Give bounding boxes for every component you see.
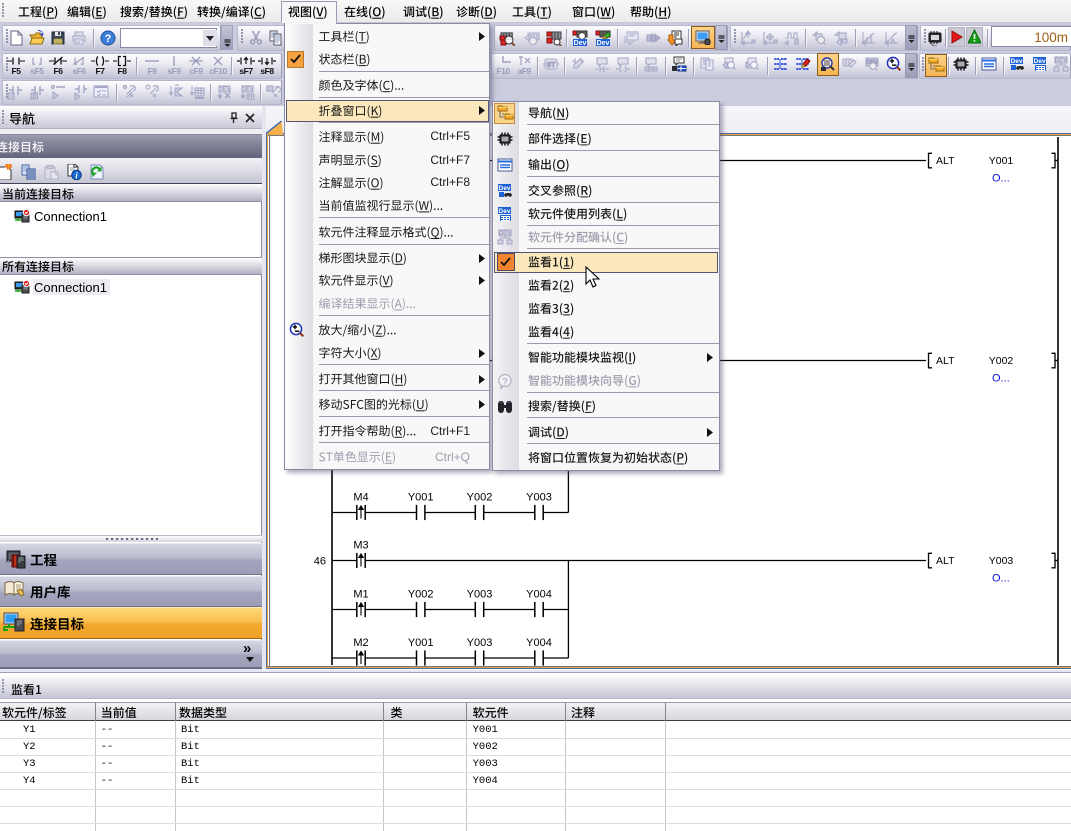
svg-text:O...: O... xyxy=(992,573,1010,585)
svg-text:Dev: Dev xyxy=(499,185,511,192)
svg-text:Y003: Y003 xyxy=(989,555,1014,567)
svg-text:Y003: Y003 xyxy=(467,589,493,601)
svg-text:ALT: ALT xyxy=(936,555,955,567)
svg-text:Y004: Y004 xyxy=(526,589,552,601)
svg-text:Y002: Y002 xyxy=(408,589,434,601)
svg-text:O...: O... xyxy=(992,173,1010,185)
svg-text:ALT: ALT xyxy=(936,155,955,167)
svg-text:Y001: Y001 xyxy=(408,492,434,504)
svg-text:M4: M4 xyxy=(353,492,368,504)
svg-text:ALT: ALT xyxy=(936,355,955,367)
svg-text:M2: M2 xyxy=(353,637,368,649)
svg-text:Y003: Y003 xyxy=(467,637,493,649)
svg-text:M3: M3 xyxy=(353,540,368,552)
svg-text:Y002: Y002 xyxy=(989,355,1014,367)
svg-text:Y001: Y001 xyxy=(989,155,1014,167)
svg-text:Y002: Y002 xyxy=(467,492,493,504)
svg-text:Y003: Y003 xyxy=(526,492,552,504)
svg-text:?: ? xyxy=(502,376,508,387)
svg-text:M1: M1 xyxy=(353,589,368,601)
svg-text:46: 46 xyxy=(314,556,326,568)
svg-text:Y004: Y004 xyxy=(526,637,552,649)
svg-text:Y001: Y001 xyxy=(408,637,434,649)
svg-text:Dev: Dev xyxy=(499,208,511,215)
svg-text:O...: O... xyxy=(992,373,1010,385)
